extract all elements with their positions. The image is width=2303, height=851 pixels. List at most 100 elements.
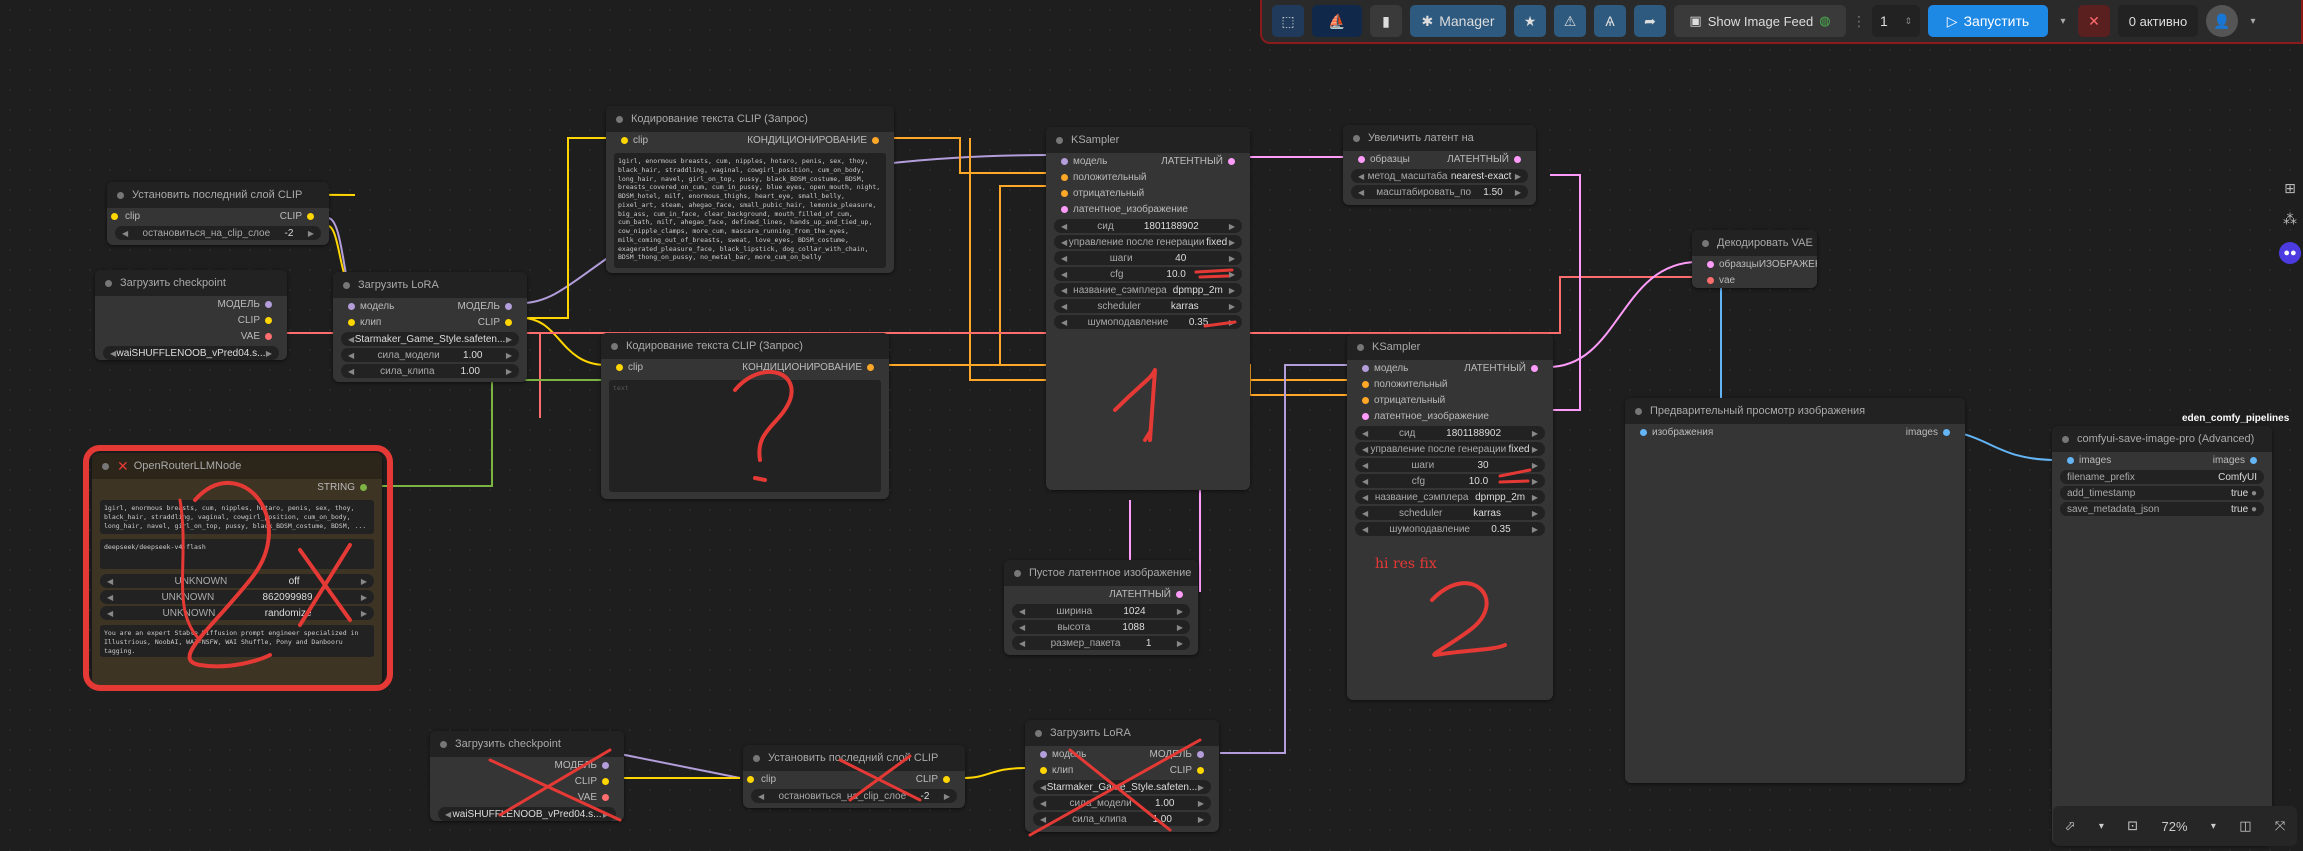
scale-button[interactable]: Ѧ [1594, 5, 1626, 37]
height-widget[interactable]: ◀ высота 1088 ▶ [1012, 620, 1190, 634]
input-port[interactable] [1362, 364, 1369, 372]
logo-button[interactable]: ⬚ [1272, 5, 1304, 37]
node-latent-upscale-by[interactable]: Увеличить латент на образцы ЛАТЕНТНЫЙ ◀ ме… [1343, 125, 1536, 205]
drag-handle-icon[interactable]: ⋮ [1852, 5, 1866, 37]
nodes-icon[interactable]: ⁂ [2283, 211, 2297, 228]
output-port[interactable] [2250, 456, 2257, 464]
node-load-lora[interactable]: Загрузить LoRA модель МОДЕЛЬ клип CLIP ◀ St… [333, 272, 527, 382]
input-port[interactable] [1362, 396, 1369, 404]
output-port[interactable] [602, 761, 609, 769]
output-port[interactable] [265, 316, 272, 324]
output-port[interactable] [867, 363, 874, 371]
unknown-widget-3[interactable]: ◀ UNKNOWN randomize ▶ [100, 606, 374, 620]
strength-model-widget[interactable]: ◀ сила_модели 1.00 ▶ [1033, 796, 1211, 810]
seed-widget[interactable]: ◀ сид 1801188902 ▶ [1355, 426, 1545, 440]
input-port[interactable] [1358, 155, 1365, 163]
denoise-widget[interactable]: ◀ шумоподавление 0.35 ▶ [1054, 315, 1242, 329]
workflow-thumb-button[interactable]: ⛵ [1312, 5, 1362, 37]
node-save-image-pro[interactable]: comfyui-save-image-pro (Advanced) images… [2052, 426, 2272, 845]
queue-count-input[interactable]: 1 ⇕ [1872, 5, 1920, 37]
ckpt-name-widget[interactable]: ◀ waiSHUFFLENOOB_vPred04.s... ▶ [103, 346, 279, 360]
share-button[interactable]: ➦ [1634, 5, 1666, 37]
input-port[interactable] [1040, 766, 1047, 774]
lora-name-widget[interactable]: ◀ Starmaker_Game_Style.safeten... ▶ [1033, 780, 1211, 794]
denoise-widget[interactable]: ◀ шумоподавление 0.35 ▶ [1355, 522, 1545, 536]
save-metadata-toggle[interactable]: save_metadata_json true ● [2060, 502, 2264, 516]
control-after-generate-widget[interactable]: ◀ управление после генерации fixed ▶ [1355, 442, 1545, 456]
output-port[interactable] [1197, 766, 1204, 774]
input-port[interactable] [2067, 456, 2074, 464]
output-port[interactable] [1197, 750, 1204, 758]
output-port[interactable] [602, 793, 609, 801]
node-clip-text-encode-positive[interactable]: Кодирование текста CLIP (Запрос) clip КОН… [606, 106, 894, 273]
minimap-icon[interactable]: ◫ [2239, 818, 2251, 834]
node-empty-latent-image[interactable]: Пустое латентное изображение ЛАТЕНТНЫЙ ◀… [1004, 560, 1198, 655]
zoom-value[interactable]: 72% [2161, 819, 2187, 834]
filename-prefix-widget[interactable]: filename_prefix ComfyUI [2060, 470, 2264, 484]
input-port[interactable] [621, 136, 628, 144]
prompt-textarea[interactable]: 1girl, enormous breasts, cum, nipples, h… [614, 153, 886, 268]
node-openrouter-llm[interactable]: ✕ OpenRouterLLMNode STRING 1girl, enormou… [92, 453, 382, 685]
seed-widget[interactable]: ◀ сид 1801188902 ▶ [1054, 219, 1242, 233]
output-port[interactable] [943, 775, 950, 783]
strength-clip-widget[interactable]: ◀ сила_клипа 1.00 ▶ [1033, 812, 1211, 826]
output-port[interactable] [505, 302, 512, 310]
input-port[interactable] [1061, 173, 1068, 181]
input-port[interactable] [747, 775, 754, 783]
input-port[interactable] [1707, 276, 1714, 284]
run-dropdown-chevron-icon[interactable]: ▾ [2056, 5, 2070, 37]
badge-button[interactable]: ⚠ [1554, 5, 1586, 37]
node-load-checkpoint[interactable]: Загрузить checkpoint МОДЕЛЬ CLIP VAE ◀ wa… [95, 270, 287, 360]
node-clip-set-last-layer[interactable]: Установить последний слой CLIP clip CLIP … [107, 182, 329, 245]
input-port[interactable] [616, 363, 623, 371]
input-port[interactable] [1640, 428, 1647, 436]
output-port[interactable] [307, 212, 314, 220]
node-clip-text-encode-negative[interactable]: Кодирование текста CLIP (Запрос) clip КОН… [601, 333, 889, 499]
active-queue-button[interactable]: 0 активно [2118, 5, 2198, 37]
llm-input-textarea[interactable]: 1girl, enormous breasts, cum, nipples, h… [100, 500, 374, 534]
output-port[interactable] [265, 300, 272, 308]
input-port[interactable] [1061, 189, 1068, 197]
node-vae-decode[interactable]: Декодировать VAE образцыИЗОБРАЖЕНИЕ vae [1692, 230, 1817, 288]
strength-clip-widget[interactable]: ◀ сила_клипа 1.00 ▶ [341, 364, 519, 378]
input-port[interactable] [1061, 205, 1068, 213]
width-widget[interactable]: ◀ ширина 1024 ▶ [1012, 604, 1190, 618]
select-tool-icon[interactable]: ⬀ [2065, 818, 2076, 834]
cfg-widget[interactable]: ◀ cfg 10.0 ▶ [1355, 474, 1545, 488]
input-port[interactable] [348, 302, 355, 310]
output-port[interactable] [505, 318, 512, 326]
output-port[interactable] [360, 483, 367, 491]
scale-by-widget[interactable]: ◀ масштабировать_по 1.50 ▶ [1351, 185, 1528, 199]
link-visibility-icon[interactable]: ⤧ [2275, 818, 2285, 834]
output-port[interactable] [1176, 590, 1183, 598]
upscale-method-widget[interactable]: ◀ метод_масштаба nearest-exact ▶ [1351, 169, 1528, 183]
input-port[interactable] [1061, 157, 1068, 165]
sampler-name-widget[interactable]: ◀ название_сэмплера dpmpp_2m ▶ [1355, 490, 1545, 504]
bookmark-button[interactable]: ▮ [1370, 5, 1402, 37]
manager-button[interactable]: ✱ Manager [1410, 5, 1506, 37]
ckpt-name-widget[interactable]: ◀ waiSHUFFLENOOB_vPred04.s... ▶ [438, 807, 616, 821]
zoom-chevron-icon[interactable]: ▾ [2211, 821, 2216, 832]
negative-prompt-textarea[interactable]: text [609, 380, 881, 492]
avatar-chevron-icon[interactable]: ▾ [2246, 5, 2260, 37]
run-button[interactable]: ▷ Запустить [1928, 5, 2048, 37]
star-button[interactable]: ★ [1514, 5, 1546, 37]
sampler-name-widget[interactable]: ◀ название_сэмплера dpmpp_2m ▶ [1054, 283, 1242, 297]
scheduler-widget[interactable]: ◀ scheduler karras ▶ [1355, 506, 1545, 520]
steps-widget[interactable]: ◀ шаги 30 ▶ [1355, 458, 1545, 472]
focus-icon[interactable]: ⊡ [2127, 818, 2138, 834]
node-ksampler-1[interactable]: KSampler модель ЛАТЕНТНЫЙ положительный о… [1046, 127, 1250, 490]
unknown-widget-2[interactable]: ◀ UNKNOWN 862099989 ▶ [100, 590, 374, 604]
input-port[interactable] [1362, 412, 1369, 420]
control-after-generate-widget[interactable]: ◀ управление после генерации fixed ▶ [1054, 235, 1242, 249]
input-port[interactable] [1040, 750, 1047, 758]
cfg-widget[interactable]: ◀ cfg 10.0 ▶ [1054, 267, 1242, 281]
batch-size-widget[interactable]: ◀ размер_пакета 1 ▶ [1012, 636, 1190, 650]
input-port[interactable] [1362, 380, 1369, 388]
assistant-icon[interactable]: ●● [2279, 242, 2301, 264]
avatar[interactable]: 👤 [2206, 5, 2238, 37]
clip-skip-widget[interactable]: ◀ остановиться_на_clip_слое -2 ▶ [751, 789, 957, 803]
node-ksampler-2[interactable]: KSampler модель ЛАТЕНТНЫЙ положительный о… [1347, 334, 1553, 700]
output-port[interactable] [872, 136, 879, 144]
node-load-checkpoint-2[interactable]: Загрузить checkpoint МОДЕЛЬ CLIP VAE ◀ wa… [430, 731, 624, 821]
